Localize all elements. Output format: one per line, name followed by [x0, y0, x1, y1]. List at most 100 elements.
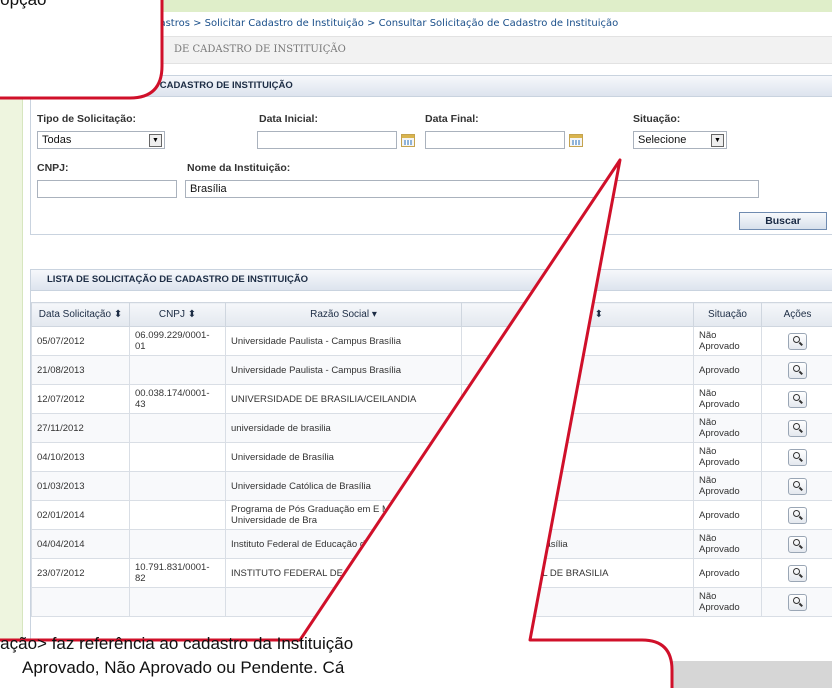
cell-acoes: [761, 384, 832, 414]
cnpj-input[interactable]: [37, 180, 177, 198]
view-details-icon[interactable]: [788, 564, 807, 582]
page-title-text: DE CADASTRO DE INSTITUIÇÃO: [174, 44, 346, 55]
cell-data: 21/08/2013: [31, 355, 130, 385]
cell-cnpj: [129, 355, 226, 385]
cell-acoes: [761, 326, 832, 356]
view-details-icon[interactable]: [788, 390, 807, 408]
cell-razao-social: [225, 587, 462, 617]
situacao-select-value: Selecione: [638, 134, 687, 146]
cell-acoes: [761, 587, 832, 617]
cell-nome-fantasia: [461, 442, 694, 472]
cell-data: [31, 587, 130, 617]
breadcrumb[interactable]: Cadastros > Solicitar Cadastro de Instit…: [140, 12, 830, 36]
filter-panel-title: ÃO DE CADASTRO DE INSTITUIÇÃO: [31, 76, 832, 97]
cell-razao-social: Universidade Paulista - Campus Brasília: [225, 355, 462, 385]
cell-cnpj: 00.038.174/0001-43: [129, 384, 226, 414]
tipo-select-value: Todas: [42, 134, 72, 146]
cell-razao-social: Instituto Federal de Educação de Brasíli…: [225, 529, 462, 559]
table-row: 23/07/2012 10.791.831/0001-82 INSTITUTO …: [31, 558, 832, 588]
callout-bottom-line-1: tuação> faz referência ao cadastro da In…: [0, 634, 354, 653]
cell-situacao: Aprovado: [693, 500, 762, 530]
search-button[interactable]: Buscar: [739, 212, 827, 230]
callout-bottom-text: tuação> faz referência ao cadastro da In…: [0, 632, 832, 680]
view-details-icon[interactable]: [788, 419, 807, 437]
cell-cnpj: [129, 587, 226, 617]
view-details-icon[interactable]: [788, 448, 807, 466]
column-header-acoes: Ações: [761, 302, 832, 327]
nome-instituicao-input[interactable]: Brasília: [185, 180, 759, 198]
view-details-icon[interactable]: [788, 535, 807, 553]
cell-situacao: Não Aprovado: [693, 413, 762, 443]
table-row: 21/08/2013 Universidade Paulista - Campu…: [31, 355, 832, 385]
cell-razao-social: universidade de brasilia: [225, 413, 462, 443]
cell-nome-fantasia: [461, 471, 694, 501]
cell-nome-fantasia: [461, 384, 694, 414]
table-row: 01/03/2013 Universidade Católica de Bras…: [31, 471, 832, 501]
view-details-icon[interactable]: [788, 506, 807, 524]
nome-instituicao-label: Nome da Instituição:: [187, 162, 291, 174]
cell-acoes: [761, 413, 832, 443]
filter-panel: ÃO DE CADASTRO DE INSTITUIÇÃO Tipo de So…: [30, 75, 832, 235]
cell-situacao: Não Aprovado: [693, 442, 762, 472]
tipo-select[interactable]: Todas ▼: [37, 131, 165, 149]
cell-razao-social: UNIVERSIDADE DE BRASILIA/CEILANDIA: [225, 384, 462, 414]
situacao-label: Situação:: [633, 113, 681, 125]
page-title: DE CADASTRO DE INSTITUIÇÃO: [140, 36, 832, 64]
cell-cnpj: 06.099.229/0001-01: [129, 326, 226, 356]
calendar-icon[interactable]: [569, 134, 583, 147]
cell-cnpj: [129, 529, 226, 559]
column-header-cnpj[interactable]: CNPJ ⬍: [129, 302, 226, 327]
view-details-icon[interactable]: [788, 332, 807, 350]
cell-acoes: [761, 442, 832, 472]
column-header-data[interactable]: Data Solicitação ⬍: [31, 302, 130, 327]
cell-razao-social: INSTITUTO FEDERAL DE TECNOLOGIA DE BRA: [225, 558, 462, 588]
view-details-icon[interactable]: [788, 593, 807, 611]
cell-situacao: Aprovado: [693, 558, 762, 588]
cell-cnpj: [129, 413, 226, 443]
column-header-nome-fantasia[interactable]: sia ⬍: [461, 302, 694, 327]
cell-acoes: [761, 355, 832, 385]
chevron-down-icon[interactable]: ▼: [711, 134, 724, 147]
cell-data: 04/10/2013: [31, 442, 130, 472]
column-header-situacao: Situação: [693, 302, 762, 327]
table-row: 04/10/2013 Universidade de Brasília Não …: [31, 442, 832, 472]
top-header-bar: [22, 0, 832, 12]
cell-nome-fantasia: [461, 587, 694, 617]
cell-cnpj: [129, 442, 226, 472]
cell-acoes: [761, 500, 832, 530]
cell-cnpj: [129, 471, 226, 501]
results-panel: LISTA DE SOLICITAÇÃO DE CADASTRO DE INST…: [30, 269, 832, 663]
table-row: Não Aprovado: [31, 587, 832, 617]
cell-data: 23/07/2012: [31, 558, 130, 588]
left-side-strip: [0, 0, 23, 688]
tipo-label: Tipo de Solicitação:: [37, 113, 136, 125]
cell-razao-social: Universidade Paulista - Campus Brasília: [225, 326, 462, 356]
cell-data: 01/03/2013: [31, 471, 130, 501]
table-header-row: Data Solicitação ⬍ CNPJ ⬍ Razão Social ▾…: [31, 302, 832, 327]
cell-razao-social: Universidade de Brasília: [225, 442, 462, 472]
cnpj-label: CNPJ:: [37, 162, 69, 174]
cell-situacao: Não Aprovado: [693, 529, 762, 559]
chevron-down-icon[interactable]: ▼: [149, 134, 162, 147]
view-details-icon[interactable]: [788, 361, 807, 379]
data-inicial-input[interactable]: [257, 131, 397, 149]
column-header-razao-social[interactable]: Razão Social ▾: [225, 302, 462, 327]
cell-situacao: Aprovado: [693, 355, 762, 385]
data-final-input[interactable]: [425, 131, 565, 149]
cell-acoes: [761, 529, 832, 559]
calendar-icon[interactable]: [401, 134, 415, 147]
cell-nome-fantasia: [461, 413, 694, 443]
cell-nome-fantasia: [461, 500, 694, 530]
cell-razao-social: Programa de Pós Graduação em E Mestrado …: [225, 500, 462, 530]
situacao-select[interactable]: Selecione ▼: [633, 131, 727, 149]
cell-razao-social: Universidade Católica de Brasília: [225, 471, 462, 501]
data-final-label: Data Final:: [425, 113, 479, 125]
cell-acoes: [761, 558, 832, 588]
callout-bottom-line-2: Aprovado, Não Aprovado ou Pendente. Cá: [22, 658, 345, 677]
view-details-icon[interactable]: [788, 477, 807, 495]
cell-data: 04/04/2014: [31, 529, 130, 559]
table-row: 02/01/2014 Programa de Pós Graduação em …: [31, 500, 832, 530]
cell-cnpj: 10.791.831/0001-82: [129, 558, 226, 588]
table-row: 05/07/2012 06.099.229/0001-01 Universida…: [31, 326, 832, 356]
results-panel-title: LISTA DE SOLICITAÇÃO DE CADASTRO DE INST…: [31, 270, 832, 291]
